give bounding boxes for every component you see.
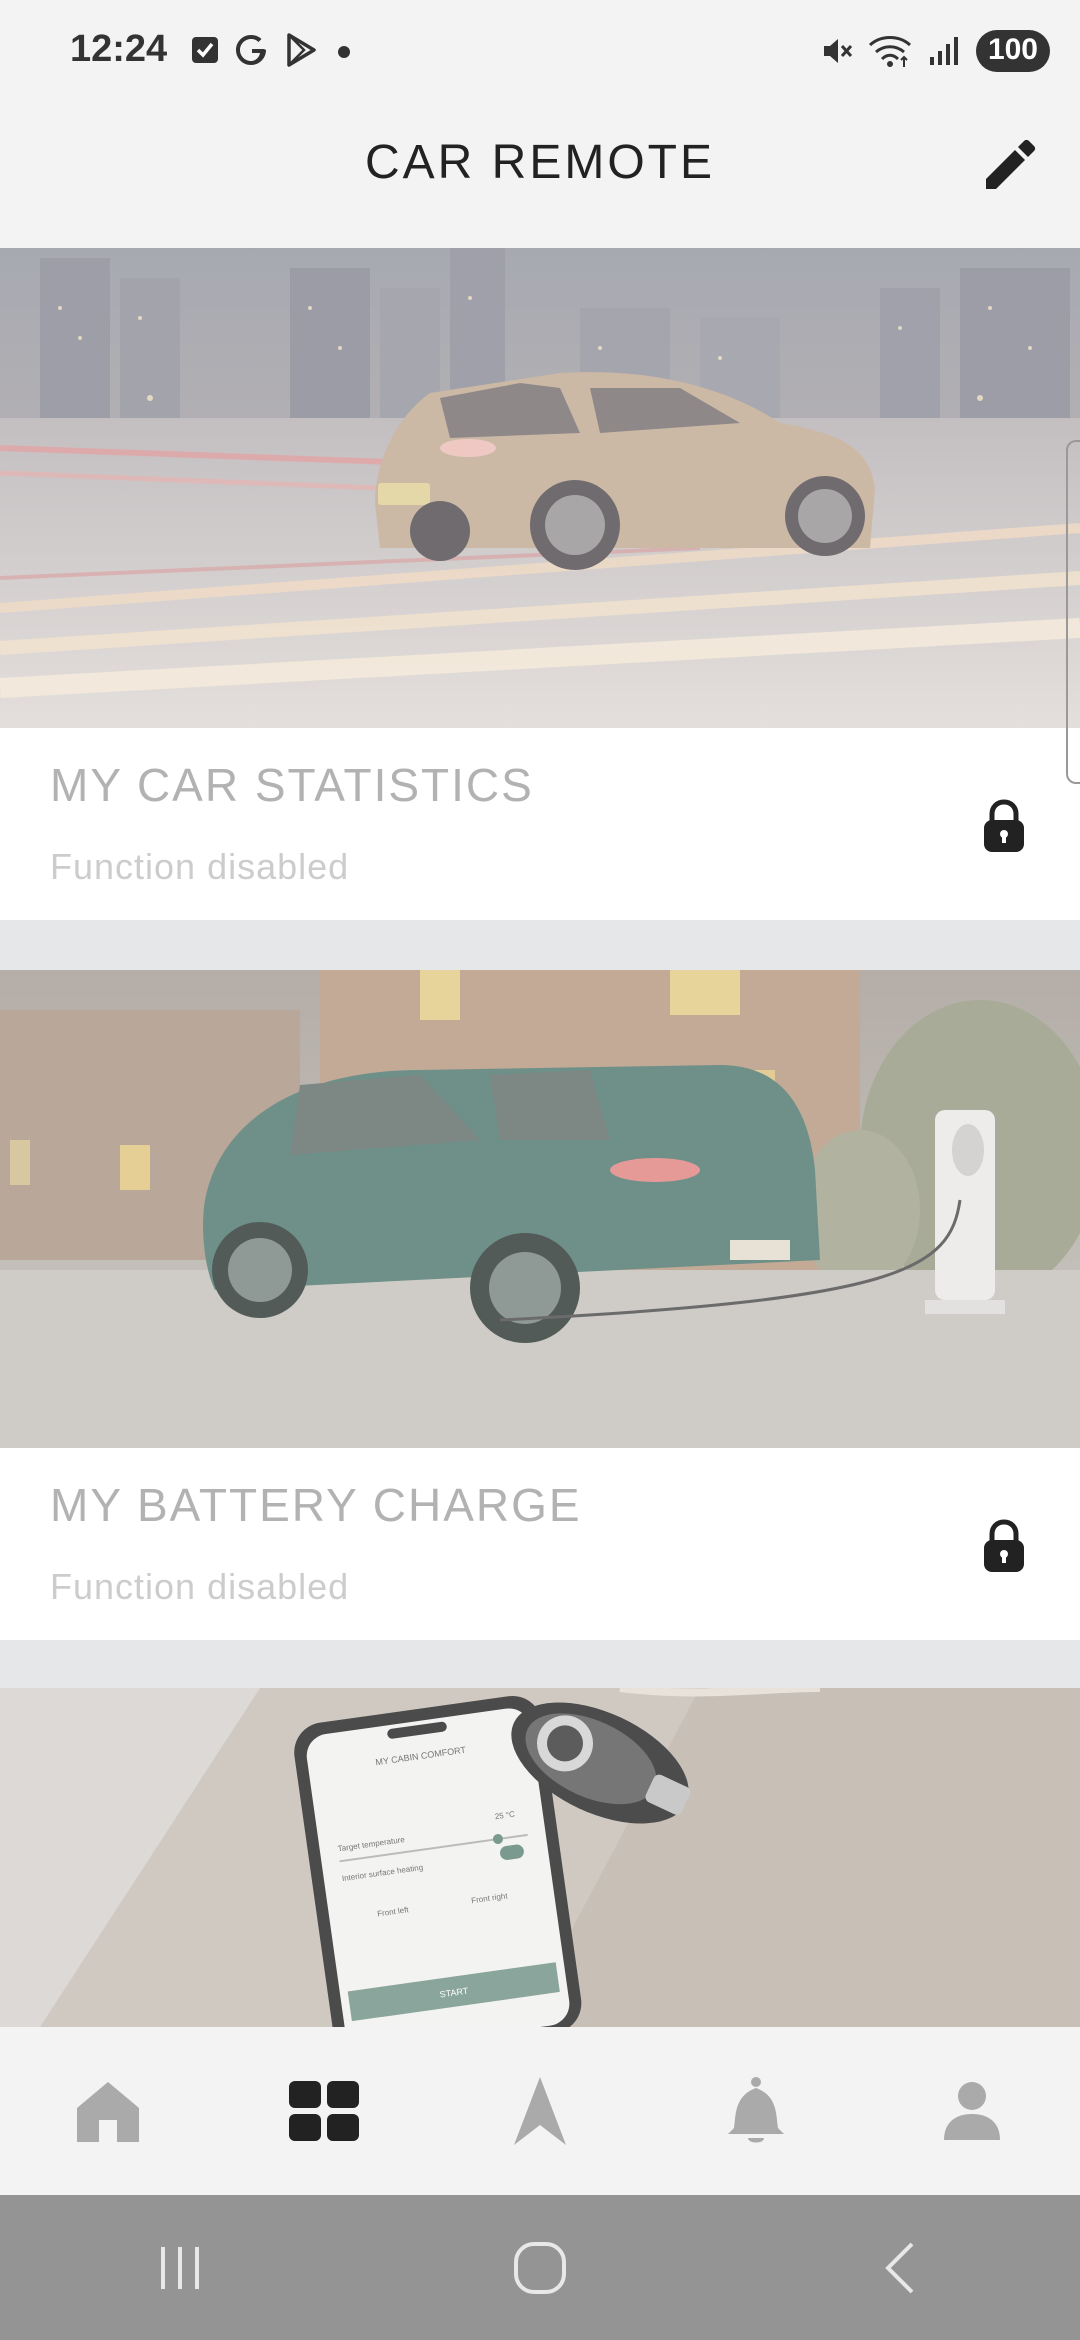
pencil-icon <box>986 139 1036 189</box>
car-statistics-status: Function disabled <box>50 846 350 887</box>
car-statistics-image[interactable] <box>0 248 1080 728</box>
battery-charge-card[interactable]: MY BATTERY CHARGE Function disabled <box>0 1448 1080 1640</box>
edit-button[interactable] <box>976 133 1040 197</box>
person-icon <box>944 2082 1000 2140</box>
nav-profile[interactable] <box>864 2027 1080 2195</box>
grid-icon <box>289 2081 359 2141</box>
battery-charge-status: Function disabled <box>50 1566 350 1607</box>
status-bar: 12:24 100 <box>0 0 1080 105</box>
system-home-button[interactable] <box>480 2218 600 2318</box>
battery-charge-image[interactable] <box>0 970 1080 1448</box>
bottom-nav <box>0 2027 1080 2195</box>
navigation-arrow-icon <box>514 2077 566 2145</box>
nav-home[interactable] <box>0 2027 216 2195</box>
card-separator <box>0 1640 1080 1688</box>
app-header: CAR REMOTE <box>0 105 1080 248</box>
nav-notifications[interactable] <box>648 2027 864 2195</box>
home-icon <box>77 2082 139 2142</box>
battery-indicator: 100 <box>975 30 1050 72</box>
nav-navigation[interactable] <box>432 2027 648 2195</box>
car-statistics-card[interactable]: MY CAR STATISTICS Function disabled <box>0 728 1080 920</box>
nav-dashboard[interactable] <box>216 2027 432 2195</box>
scrollbar[interactable] <box>1066 440 1080 784</box>
google-icon <box>236 35 266 65</box>
cabin-comfort-image[interactable]: MY CABIN COMFORT Target temperature 25 °… <box>0 1688 1080 2027</box>
back-icon <box>885 2242 914 2293</box>
city-night-car-image <box>0 248 1080 728</box>
status-left-icons <box>190 32 356 68</box>
card-separator <box>0 920 1080 970</box>
status-time: 12:24 <box>70 28 168 70</box>
mute-icon <box>823 39 853 63</box>
lock-icon <box>984 799 1024 852</box>
back-button[interactable] <box>840 2218 960 2318</box>
recents-button[interactable] <box>120 2218 240 2318</box>
play-icon <box>287 33 316 67</box>
charging-car-image <box>0 970 1080 1448</box>
system-navigation-bar <box>0 2195 1080 2340</box>
home-circle-icon <box>514 2241 566 2294</box>
status-right: 100 <box>818 30 1050 72</box>
check-square-icon <box>192 37 218 63</box>
page-title: CAR REMOTE <box>364 136 715 189</box>
bell-icon <box>728 2077 784 2143</box>
lock-icon <box>984 1519 1024 1572</box>
dot-icon <box>338 46 350 58</box>
battery-charge-title: MY BATTERY CHARGE <box>50 1479 582 1531</box>
signal-icon <box>929 37 958 65</box>
phone-and-key-image: MY CABIN COMFORT Target temperature 25 °… <box>0 1688 1080 2027</box>
recents-icon <box>161 2246 199 2289</box>
car-statistics-title: MY CAR STATISTICS <box>50 759 534 811</box>
wifi-icon <box>868 36 911 67</box>
